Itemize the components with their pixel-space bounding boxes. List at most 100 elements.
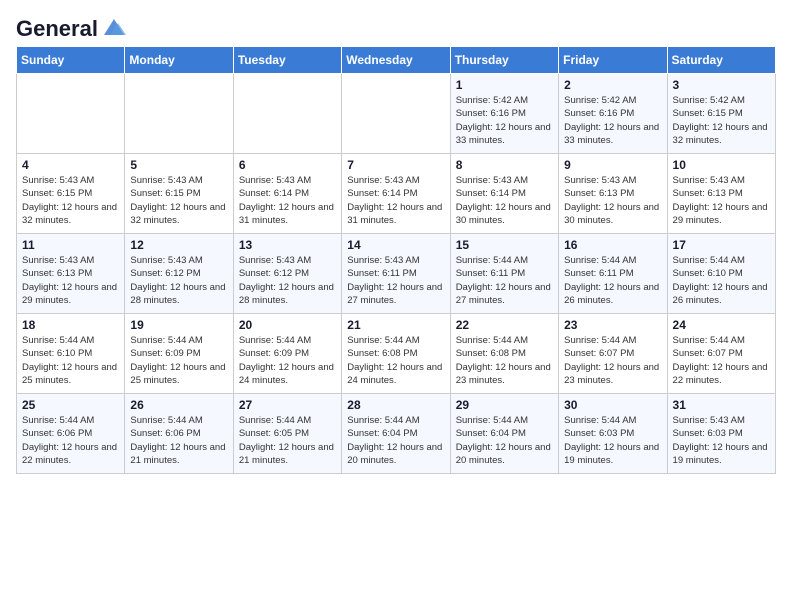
cell-data: Sunrise: 5:42 AM Sunset: 6:16 PM Dayligh… (456, 94, 553, 147)
calendar-cell: 11Sunrise: 5:43 AM Sunset: 6:13 PM Dayli… (17, 234, 125, 314)
cell-data: Sunrise: 5:44 AM Sunset: 6:05 PM Dayligh… (239, 414, 336, 467)
day-header-tuesday: Tuesday (233, 47, 341, 74)
cell-data: Sunrise: 5:43 AM Sunset: 6:03 PM Dayligh… (673, 414, 770, 467)
day-number: 25 (22, 398, 119, 412)
calendar-cell (233, 74, 341, 154)
calendar-cell: 6 Sunrise: 5:43 AM Sunset: 6:14 PM Daylig… (233, 154, 341, 234)
calendar-cell: 29Sunrise: 5:44 AM Sunset: 6:04 PM Dayli… (450, 394, 558, 474)
cell-data: Sunrise: 5:43 AM Sunset: 6:14 PM Dayligh… (239, 174, 336, 227)
day-number: 2 (564, 78, 661, 92)
logo-general: General (16, 16, 98, 42)
cell-data: Sunrise: 5:44 AM Sunset: 6:11 PM Dayligh… (564, 254, 661, 307)
cell-data: Sunrise: 5:43 AM Sunset: 6:13 PM Dayligh… (673, 174, 770, 227)
calendar-cell: 13 Sunrise: 5:43 AM Sunset: 6:12 PM Dayli… (233, 234, 341, 314)
cell-data: Sunrise: 5:44 AM Sunset: 6:06 PM Dayligh… (130, 414, 227, 467)
cell-data: Sunrise: 5:44 AM Sunset: 6:10 PM Dayligh… (673, 254, 770, 307)
day-number: 11 (22, 238, 119, 252)
day-number: 17 (673, 238, 770, 252)
day-number: 4 (22, 158, 119, 172)
calendar-cell: 20 Sunrise: 5:44 AM Sunset: 6:09 PM Dayli… (233, 314, 341, 394)
cell-data: Sunrise: 5:42 AM Sunset: 6:16 PM Dayligh… (564, 94, 661, 147)
calendar-cell: 7Sunrise: 5:43 AM Sunset: 6:14 PM Daylig… (342, 154, 450, 234)
calendar-cell: 10Sunrise: 5:43 AM Sunset: 6:13 PM Dayli… (667, 154, 775, 234)
day-number: 20 (239, 318, 336, 332)
calendar-cell: 25Sunrise: 5:44 AM Sunset: 6:06 PM Dayli… (17, 394, 125, 474)
calendar-cell: 27 Sunrise: 5:44 AM Sunset: 6:05 PM Dayli… (233, 394, 341, 474)
day-number: 16 (564, 238, 661, 252)
day-number: 26 (130, 398, 227, 412)
calendar-cell: 1Sunrise: 5:42 AM Sunset: 6:16 PM Daylig… (450, 74, 558, 154)
cell-data: Sunrise: 5:44 AM Sunset: 6:09 PM Dayligh… (130, 334, 227, 387)
calendar-week-row: 18 Sunrise: 5:44 AM Sunset: 6:10 PM Dayli… (17, 314, 776, 394)
calendar-table: SundayMondayTuesdayWednesdayThursdayFrid… (16, 46, 776, 474)
day-header-thursday: Thursday (450, 47, 558, 74)
day-number: 13 (239, 238, 336, 252)
calendar-week-row: 1Sunrise: 5:42 AM Sunset: 6:16 PM Daylig… (17, 74, 776, 154)
day-number: 27 (239, 398, 336, 412)
day-header-friday: Friday (559, 47, 667, 74)
cell-data: Sunrise: 5:44 AM Sunset: 6:09 PM Dayligh… (239, 334, 336, 387)
cell-data: Sunrise: 5:43 AM Sunset: 6:12 PM Dayligh… (130, 254, 227, 307)
day-number: 23 (564, 318, 661, 332)
cell-data: Sunrise: 5:43 AM Sunset: 6:15 PM Dayligh… (22, 174, 119, 227)
calendar-cell: 26 Sunrise: 5:44 AM Sunset: 6:06 PM Dayli… (125, 394, 233, 474)
day-number: 15 (456, 238, 553, 252)
day-number: 6 (239, 158, 336, 172)
calendar-cell: 21 Sunrise: 5:44 AM Sunset: 6:08 PM Dayli… (342, 314, 450, 394)
day-header-sunday: Sunday (17, 47, 125, 74)
calendar-week-row: 4 Sunrise: 5:43 AM Sunset: 6:15 PM Daylig… (17, 154, 776, 234)
day-number: 7 (347, 158, 444, 172)
calendar-cell: 2 Sunrise: 5:42 AM Sunset: 6:16 PM Daylig… (559, 74, 667, 154)
day-number: 31 (673, 398, 770, 412)
cell-data: Sunrise: 5:44 AM Sunset: 6:07 PM Dayligh… (564, 334, 661, 387)
day-header-saturday: Saturday (667, 47, 775, 74)
cell-data: Sunrise: 5:43 AM Sunset: 6:15 PM Dayligh… (130, 174, 227, 227)
cell-data: Sunrise: 5:43 AM Sunset: 6:14 PM Dayligh… (456, 174, 553, 227)
cell-data: Sunrise: 5:44 AM Sunset: 6:04 PM Dayligh… (347, 414, 444, 467)
calendar-cell: 19 Sunrise: 5:44 AM Sunset: 6:09 PM Dayli… (125, 314, 233, 394)
calendar-cell: 28 Sunrise: 5:44 AM Sunset: 6:04 PM Dayli… (342, 394, 450, 474)
day-number: 24 (673, 318, 770, 332)
calendar-week-row: 11Sunrise: 5:43 AM Sunset: 6:13 PM Dayli… (17, 234, 776, 314)
cell-data: Sunrise: 5:44 AM Sunset: 6:10 PM Dayligh… (22, 334, 119, 387)
day-number: 14 (347, 238, 444, 252)
page-header: General (16, 16, 776, 38)
calendar-week-row: 25 Sunrise: 5:44 AM Sunset: 6:06 PM Dayli… (17, 394, 776, 474)
cell-data: Sunrise: 5:44 AM Sunset: 6:11 PM Dayligh… (456, 254, 553, 307)
day-number: 30 (564, 398, 661, 412)
calendar-cell: 31 Sunrise: 5:43 AM Sunset: 6:03 PM Dayli… (667, 394, 775, 474)
day-number: 3 (673, 78, 770, 92)
cell-data: Sunrise: 5:43 AM Sunset: 6:13 PM Dayligh… (564, 174, 661, 227)
calendar-cell: 16 Sunrise: 5:44 AM Sunset: 6:11 PM Dayli… (559, 234, 667, 314)
cell-data: Sunrise: 5:44 AM Sunset: 6:08 PM Dayligh… (347, 334, 444, 387)
calendar-cell (17, 74, 125, 154)
calendar-cell: 15 Sunrise: 5:44 AM Sunset: 6:11 PM Dayli… (450, 234, 558, 314)
logo: General (16, 16, 128, 38)
day-number: 12 (130, 238, 227, 252)
calendar-header-row: SundayMondayTuesdayWednesdayThursdayFrid… (17, 47, 776, 74)
cell-data: Sunrise: 5:44 AM Sunset: 6:08 PM Dayligh… (456, 334, 553, 387)
day-number: 8 (456, 158, 553, 172)
day-number: 9 (564, 158, 661, 172)
calendar-cell: 8 Sunrise: 5:43 AM Sunset: 6:14 PM Daylig… (450, 154, 558, 234)
calendar-cell (125, 74, 233, 154)
calendar-cell: 23 Sunrise: 5:44 AM Sunset: 6:07 PM Dayli… (559, 314, 667, 394)
calendar-cell: 17 Sunrise: 5:44 AM Sunset: 6:10 PM Dayli… (667, 234, 775, 314)
day-number: 28 (347, 398, 444, 412)
cell-data: Sunrise: 5:43 AM Sunset: 6:12 PM Dayligh… (239, 254, 336, 307)
calendar-body: 1Sunrise: 5:42 AM Sunset: 6:16 PM Daylig… (17, 74, 776, 474)
calendar-cell: 9 Sunrise: 5:43 AM Sunset: 6:13 PM Daylig… (559, 154, 667, 234)
calendar-cell: 30Sunrise: 5:44 AM Sunset: 6:03 PM Dayli… (559, 394, 667, 474)
day-header-wednesday: Wednesday (342, 47, 450, 74)
day-number: 5 (130, 158, 227, 172)
day-number: 21 (347, 318, 444, 332)
logo-icon (100, 17, 128, 39)
cell-data: Sunrise: 5:44 AM Sunset: 6:07 PM Dayligh… (673, 334, 770, 387)
day-number: 22 (456, 318, 553, 332)
calendar-cell: 3Sunrise: 5:42 AM Sunset: 6:15 PM Daylig… (667, 74, 775, 154)
calendar-cell: 24 Sunrise: 5:44 AM Sunset: 6:07 PM Dayli… (667, 314, 775, 394)
day-number: 19 (130, 318, 227, 332)
calendar-cell: 4 Sunrise: 5:43 AM Sunset: 6:15 PM Daylig… (17, 154, 125, 234)
calendar-cell: 22 Sunrise: 5:44 AM Sunset: 6:08 PM Dayli… (450, 314, 558, 394)
day-number: 18 (22, 318, 119, 332)
